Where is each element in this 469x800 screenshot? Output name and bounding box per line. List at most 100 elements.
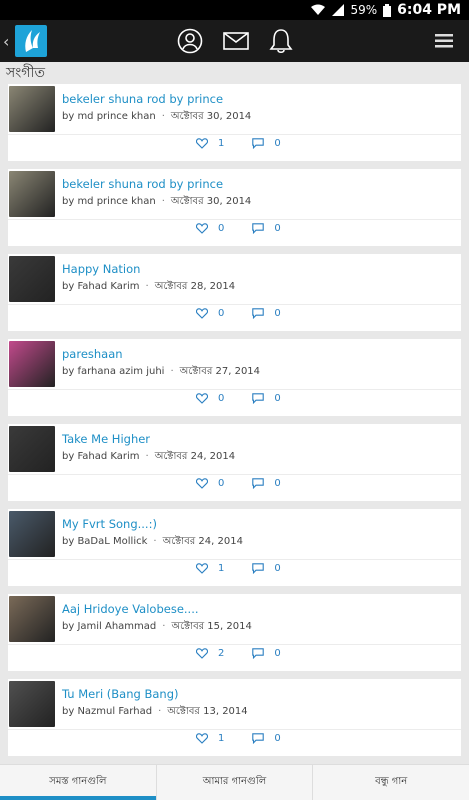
like-count: 0 (218, 478, 225, 489)
separator-dot: · (153, 536, 157, 547)
heart-icon (196, 393, 208, 404)
song-thumbnail[interactable] (9, 256, 55, 302)
bell-icon[interactable] (268, 28, 293, 54)
heart-icon (196, 563, 208, 574)
song-author[interactable]: by BaDaL Mollick (62, 536, 147, 547)
song-date: অক্টোবর 30, 2014 (170, 196, 252, 207)
like-button[interactable]: 0 (196, 393, 224, 404)
card-divider (8, 304, 461, 305)
song-thumbnail[interactable] (9, 86, 55, 132)
status-bar: 59% 6:04 PM (0, 0, 469, 20)
heart-icon (196, 478, 208, 489)
song-author[interactable]: by Fahad Karim (62, 451, 140, 462)
comment-icon (252, 478, 265, 489)
like-count: 1 (218, 138, 225, 149)
separator-dot: · (145, 281, 149, 292)
back-chevron-icon[interactable]: ‹ (3, 32, 13, 51)
comment-count: 0 (274, 393, 281, 404)
like-button[interactable]: 1 (196, 563, 224, 574)
comment-button[interactable]: 0 (252, 478, 281, 489)
bottom-tab-bar: সমস্ত গানগুলি আমার গানগুলি বন্ধু গান (0, 764, 469, 800)
app-logo-icon[interactable] (15, 25, 47, 57)
like-button[interactable]: 2 (196, 648, 224, 659)
comment-count: 0 (274, 648, 281, 659)
heart-icon (196, 223, 208, 234)
heart-icon (196, 308, 208, 319)
song-meta: by Fahad Karim · অক্টোবর 28, 2014 (62, 279, 235, 296)
section-title: সংগীত (0, 62, 469, 84)
header-actions (177, 20, 293, 62)
song-title[interactable]: My Fvrt Song...:) (62, 517, 157, 531)
comment-icon (252, 393, 265, 404)
comment-button[interactable]: 0 (252, 733, 281, 744)
song-author[interactable]: by Jamil Ahammad (62, 621, 156, 632)
song-meta: by Jamil Ahammad · অক্টোবর 15, 2014 (62, 619, 252, 636)
like-count: 2 (218, 648, 225, 659)
battery-percent: 59% (350, 3, 378, 17)
song-author[interactable]: by md prince khan (62, 111, 156, 122)
song-actions: 0 0 (196, 393, 281, 404)
card-divider (8, 559, 461, 560)
comment-button[interactable]: 0 (252, 138, 281, 149)
song-card[interactable]: pareshaan by farhana azim juhi · অক্টোবর 2… (8, 339, 461, 416)
like-button[interactable]: 1 (196, 138, 224, 149)
bottom-tab-3[interactable]: বন্ধু গান (312, 765, 469, 800)
comment-count: 0 (274, 138, 281, 149)
song-meta: by md prince khan · অক্টোবর 30, 2014 (62, 109, 251, 126)
song-thumbnail[interactable] (9, 681, 55, 727)
song-card[interactable]: bekeler shuna rod by prince by md prince… (8, 84, 461, 161)
song-card[interactable]: Aaj Hridoye Valobese.... by Jamil Ahamma… (8, 594, 461, 671)
comment-icon (252, 308, 265, 319)
song-card[interactable]: bekeler shuna rod by prince by md prince… (8, 169, 461, 246)
user-circle-icon[interactable] (177, 28, 203, 54)
song-thumbnail[interactable] (9, 171, 55, 217)
like-count: 0 (218, 308, 225, 319)
song-actions: 0 0 (196, 308, 281, 319)
song-title[interactable]: Happy Nation (62, 262, 140, 276)
like-button[interactable]: 0 (196, 308, 224, 319)
heart-icon (196, 648, 208, 659)
mail-icon[interactable] (222, 32, 249, 50)
song-thumbnail[interactable] (9, 596, 55, 642)
like-count: 1 (218, 563, 225, 574)
song-thumbnail[interactable] (9, 426, 55, 472)
song-thumbnail[interactable] (9, 341, 55, 387)
comment-button[interactable]: 0 (252, 308, 281, 319)
card-divider (8, 219, 461, 220)
hamburger-menu-icon[interactable] (435, 34, 453, 48)
song-title[interactable]: bekeler shuna rod by prince (62, 92, 223, 106)
song-card[interactable]: My Fvrt Song...:) by BaDaL Mollick · অক্টো… (8, 509, 461, 586)
comment-icon (252, 563, 265, 574)
song-author[interactable]: by farhana azim juhi (62, 366, 164, 377)
comment-button[interactable]: 0 (252, 563, 281, 574)
app-bar: ‹ (0, 20, 469, 62)
song-title[interactable]: pareshaan (62, 347, 123, 361)
comment-icon (252, 733, 265, 744)
heart-icon (196, 138, 208, 149)
song-title[interactable]: bekeler shuna rod by prince (62, 177, 223, 191)
heart-icon (196, 733, 208, 744)
song-title[interactable]: Tu Meri (Bang Bang) (62, 687, 178, 701)
like-button[interactable]: 0 (196, 223, 224, 234)
bottom-tab-2[interactable]: আমার গানগুলি (155, 765, 313, 800)
song-thumbnail[interactable] (9, 511, 55, 557)
song-actions: 0 0 (196, 223, 281, 234)
like-button[interactable]: 0 (196, 478, 224, 489)
song-author[interactable]: by md prince khan (62, 196, 156, 207)
song-author[interactable]: by Nazmul Farhad (62, 706, 152, 717)
song-author[interactable]: by Fahad Karim (62, 281, 140, 292)
separator-dot: · (145, 451, 149, 462)
like-button[interactable]: 1 (196, 733, 224, 744)
card-divider (8, 729, 461, 730)
song-card[interactable]: Happy Nation by Fahad Karim · অক্টোবর 28, … (8, 254, 461, 331)
song-title[interactable]: Take Me Higher (62, 432, 150, 446)
bottom-tab-1[interactable]: সমস্ত গানগুলি (0, 765, 156, 800)
comment-button[interactable]: 0 (252, 223, 281, 234)
song-title[interactable]: Aaj Hridoye Valobese.... (62, 602, 199, 616)
comment-icon (252, 648, 265, 659)
song-card[interactable]: Take Me Higher by Fahad Karim · অক্টোবর 24… (8, 424, 461, 501)
like-count: 0 (218, 223, 225, 234)
comment-button[interactable]: 0 (252, 648, 281, 659)
comment-button[interactable]: 0 (252, 393, 281, 404)
song-card[interactable]: Tu Meri (Bang Bang) by Nazmul Farhad · অক্… (8, 679, 461, 756)
